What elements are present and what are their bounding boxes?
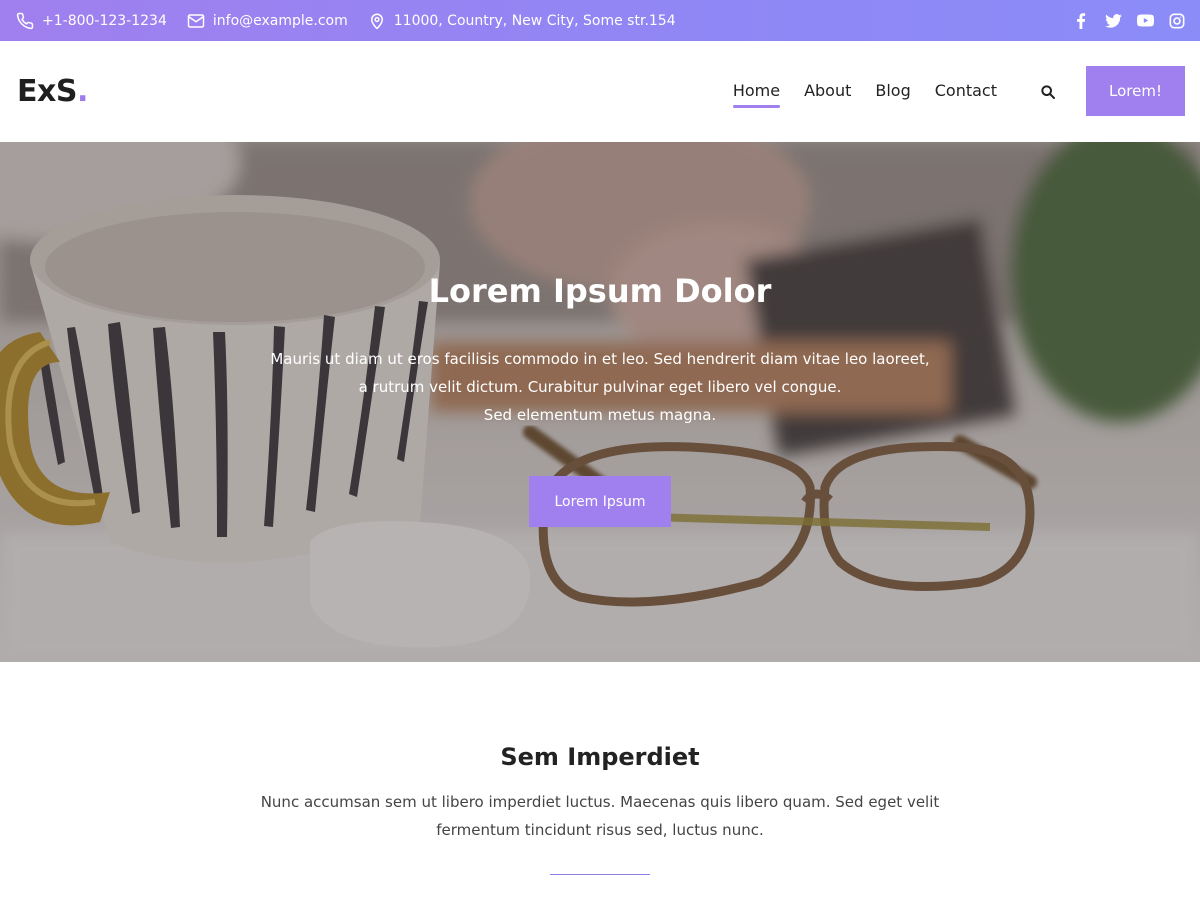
site-logo[interactable]: ExS. bbox=[17, 74, 88, 109]
section-title-light: Sem bbox=[500, 743, 559, 771]
hero-text-line: Sed elementum metus magna. bbox=[483, 406, 717, 424]
nav-item-contact[interactable]: Contact bbox=[935, 81, 997, 106]
hero-text-line: Mauris ut diam ut eros facilisis commodo… bbox=[270, 350, 930, 368]
section-title-bold: Imperdiet bbox=[567, 743, 700, 771]
site-header: ExS. Home About Blog Contact Lorem! bbox=[0, 41, 1200, 142]
header-cta-button[interactable]: Lorem! bbox=[1086, 66, 1185, 116]
contact-info: +1-800-123-1234 info@example.com 11000, … bbox=[16, 0, 696, 41]
search-button[interactable] bbox=[1038, 81, 1058, 103]
logo-dot: . bbox=[76, 74, 88, 109]
address-text: 11000, Country, New City, Some str.154 bbox=[393, 12, 676, 29]
phone-item[interactable]: +1-800-123-1234 bbox=[16, 12, 167, 30]
section-description: Nunc accumsan sem ut libero imperdiet lu… bbox=[260, 793, 940, 839]
address-item: 11000, Country, New City, Some str.154 bbox=[368, 12, 676, 30]
facebook-icon[interactable] bbox=[1072, 12, 1090, 30]
email-text: info@example.com bbox=[212, 12, 348, 29]
hero-banner: Lorem Ipsum Dolor Mauris ut diam ut eros… bbox=[0, 142, 1200, 662]
mail-icon bbox=[187, 13, 205, 28]
nav-item-about[interactable]: About bbox=[804, 81, 851, 106]
location-pin-icon bbox=[370, 13, 383, 29]
top-bar: +1-800-123-1234 info@example.com 11000, … bbox=[0, 0, 1200, 41]
nav-item-home[interactable]: Home bbox=[732, 81, 781, 108]
phone-text: +1-800-123-1234 bbox=[42, 12, 167, 29]
main-nav: Home About Blog Contact bbox=[709, 81, 997, 108]
email-item[interactable]: info@example.com bbox=[187, 12, 348, 30]
youtube-icon[interactable] bbox=[1136, 12, 1154, 30]
section-title: Sem Imperdiet bbox=[0, 743, 1200, 771]
twitter-icon[interactable] bbox=[1104, 12, 1122, 30]
hero-cta-button[interactable]: Lorem Ipsum bbox=[529, 476, 671, 527]
instagram-icon[interactable] bbox=[1168, 12, 1186, 30]
logo-text: ExS bbox=[17, 74, 77, 109]
social-links bbox=[1058, 0, 1186, 41]
nav-item-blog[interactable]: Blog bbox=[875, 81, 910, 106]
search-icon bbox=[1041, 85, 1055, 99]
section-divider bbox=[550, 874, 650, 875]
hero-text-line: a rutrum velit dictum. Curabitur pulvina… bbox=[358, 378, 842, 396]
hero-description: Mauris ut diam ut eros facilisis commodo… bbox=[250, 345, 950, 429]
phone-icon bbox=[16, 12, 34, 29]
hero-title: Lorem Ipsum Dolor bbox=[428, 272, 772, 310]
